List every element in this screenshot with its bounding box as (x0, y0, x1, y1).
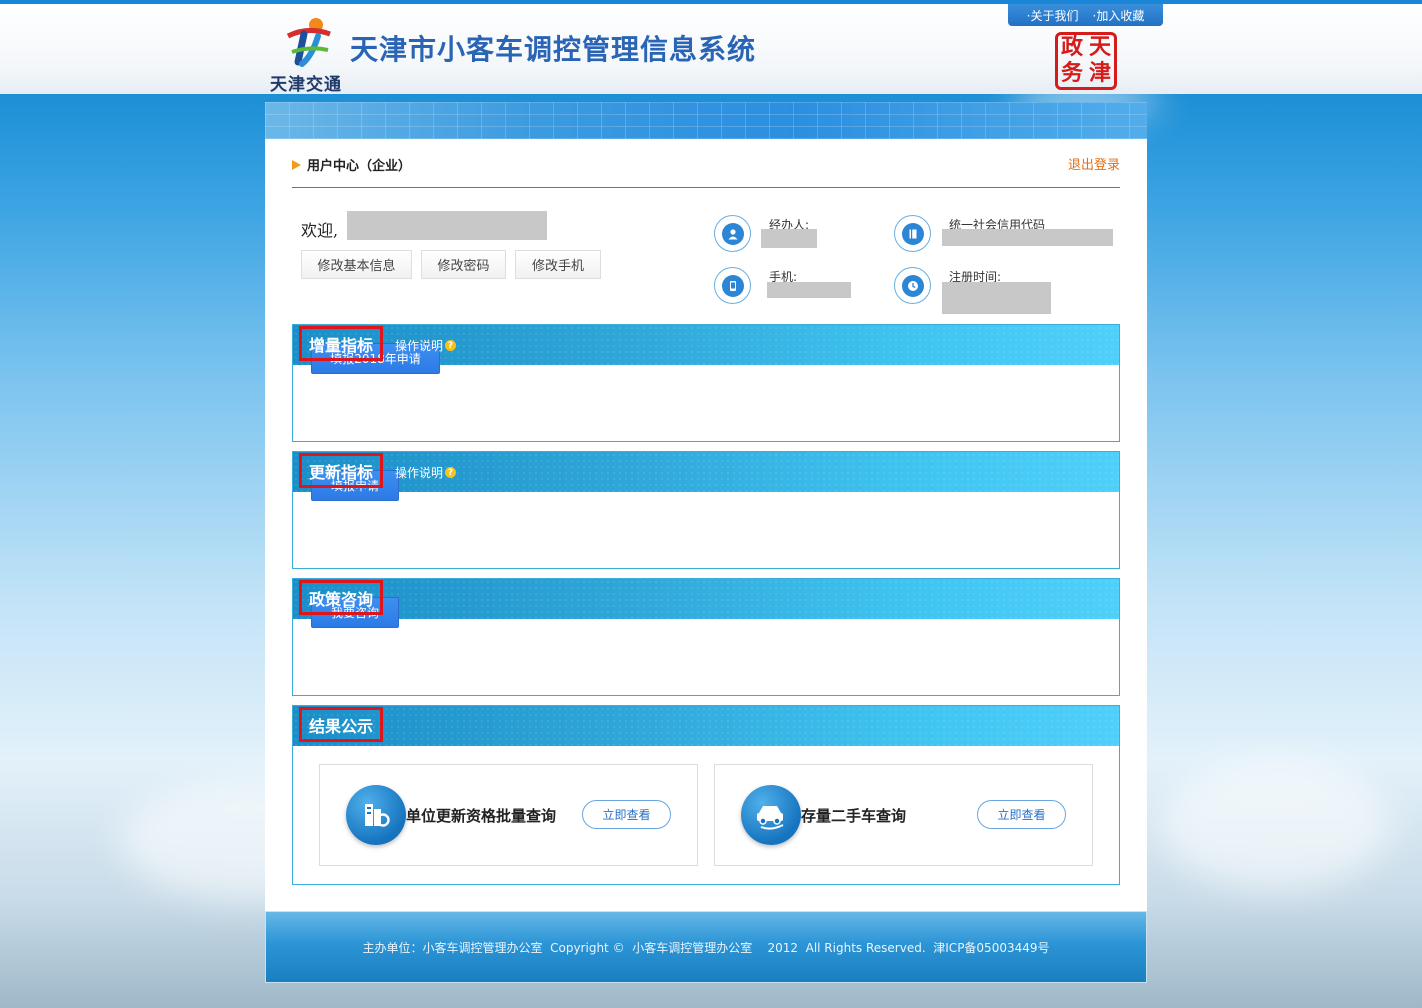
seal-char: 天 (1088, 34, 1111, 60)
view-now-button[interactable]: 立即查看 (582, 800, 671, 829)
section-incremental-quota: 增量指标 操作说明 ? 填报2018年申请 (292, 324, 1120, 442)
welcome-name-redacted (347, 211, 547, 240)
site-footer: 主办单位：小客车调控管理办公室 Copyright © 小客车调控管理办公室 2… (265, 911, 1147, 983)
agent-value-redacted (761, 229, 817, 248)
section-head: 结果公示 (293, 706, 1119, 746)
section-policy-consult: 政策咨询 我要咨询 (292, 578, 1120, 696)
site-title: 天津市小客车调控管理信息系统 (350, 33, 757, 66)
agent-icon (714, 215, 751, 252)
credit-code-value-redacted (942, 229, 1113, 246)
background-cloud (1160, 760, 1390, 890)
car-exchange-icon (741, 785, 801, 845)
clock-icon (894, 267, 931, 304)
seal-char: 津 (1088, 60, 1111, 86)
footer-text: 主办单位：小客车调控管理办公室 Copyright © 小客车调控管理办公室 2… (362, 940, 1050, 955)
welcome-text: 欢迎, (301, 221, 339, 240)
register-time-value-redacted (942, 282, 1051, 314)
operation-help-link[interactable]: 操作说明 ? (395, 464, 457, 481)
government-affairs-seal[interactable]: 政 天 务 津 (1055, 32, 1117, 90)
logo-subtitle: 天津交通 (270, 75, 342, 95)
main-content: 用户中心（企业） 退出登录 欢迎, 修改基本信息 修改密码 修改手机 经办人: … (265, 139, 1147, 911)
user-center-header: 用户中心（企业） 退出登录 (292, 153, 1120, 188)
question-icon: ? (445, 467, 457, 478)
section-renewal-quota: 更新指标 操作说明 ? 填报申请 (292, 451, 1120, 569)
card-label: 单位更新资格批量查询 (406, 807, 557, 825)
about-us-link[interactable]: ·关于我们 (1027, 7, 1079, 24)
result-card: 单位更新资格批量查询 立即查看 (319, 764, 698, 866)
site-header: 天津交通 天津市小客车调控管理信息系统 ·关于我们 ·加入收藏 政 天 务 津 (0, 4, 1422, 95)
arrow-right-icon (292, 159, 301, 170)
section-title: 增量指标 (299, 326, 384, 361)
card-label: 存量二手车查询 (801, 807, 907, 825)
change-phone-button[interactable]: 修改手机 (515, 250, 601, 279)
section-title: 结果公示 (299, 707, 384, 742)
change-password-button[interactable]: 修改密码 (421, 250, 506, 279)
operation-help-text: 操作说明 (395, 339, 444, 353)
view-now-button[interactable]: 立即查看 (977, 800, 1066, 829)
user-center-title: 用户中心（企业） (292, 155, 411, 174)
result-card: 存量二手车查询 立即查看 (714, 764, 1093, 866)
seal-char: 政 (1060, 34, 1083, 60)
section-head: 政策咨询 (293, 579, 1119, 619)
user-center-title-text: 用户中心（企业） (307, 159, 412, 174)
edit-basic-info-button[interactable]: 修改基本信息 (301, 250, 412, 279)
credit-code-icon (894, 215, 931, 252)
phone-value-redacted (767, 282, 851, 298)
add-favorite-link[interactable]: ·加入收藏 (1093, 7, 1145, 24)
section-result-publicity: 结果公示 单位更新资格批量查询 立即查看 存量二手车查询 立即查看 (292, 705, 1120, 885)
operation-help-text: 操作说明 (395, 466, 444, 480)
page-banner (265, 102, 1147, 139)
top-links: ·关于我们 ·加入收藏 (1008, 4, 1163, 26)
seal-char: 务 (1060, 60, 1083, 86)
phone-icon (714, 267, 751, 304)
question-icon: ? (445, 340, 457, 351)
section-title: 更新指标 (299, 453, 384, 488)
operation-help-link[interactable]: 操作说明 ? (395, 337, 457, 354)
tianjin-transport-logo-icon (286, 18, 331, 67)
section-title: 政策咨询 (299, 580, 384, 615)
building-search-icon (346, 785, 406, 845)
logout-link[interactable]: 退出登录 (1068, 154, 1120, 173)
section-head: 更新指标 操作说明 ? (293, 452, 1119, 492)
